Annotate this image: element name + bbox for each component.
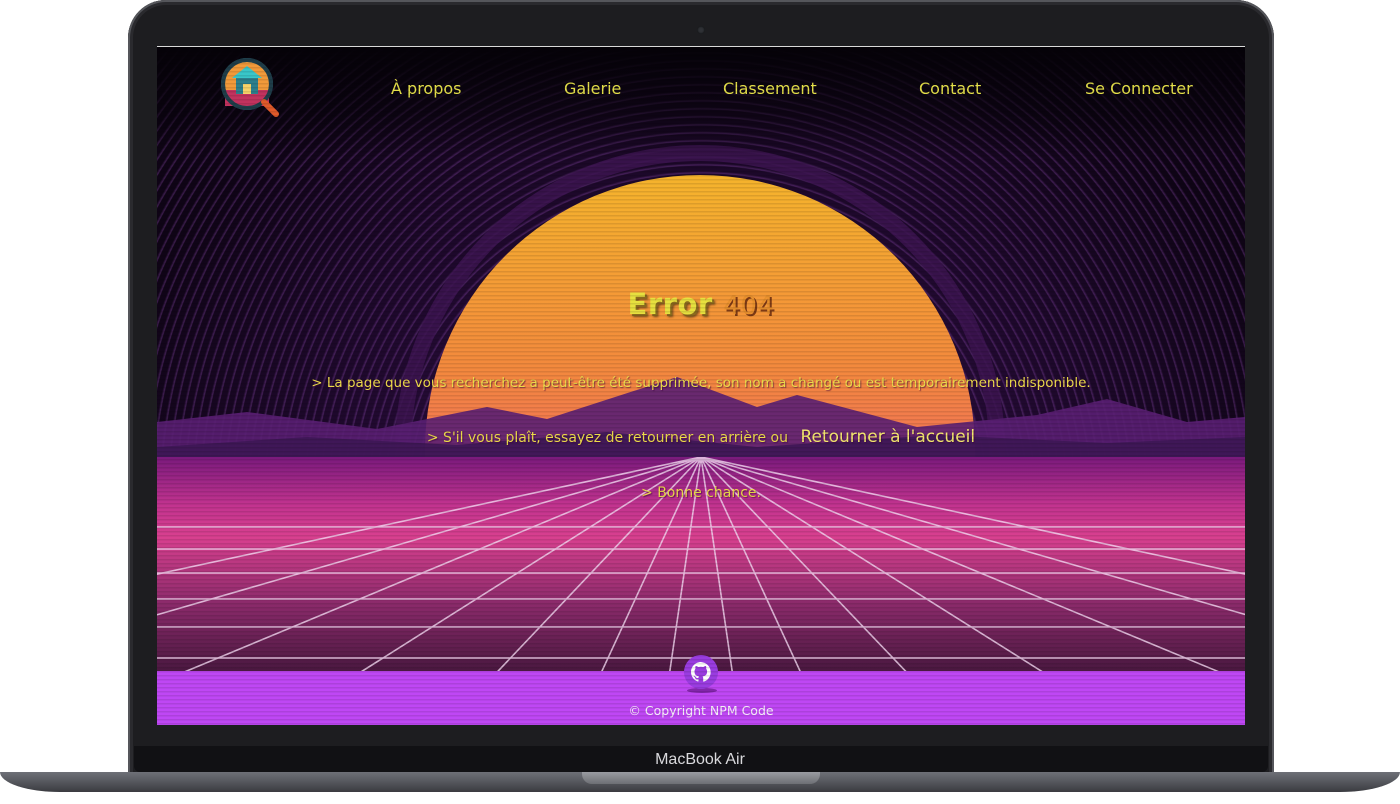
nav-link-ranking[interactable]: Classement bbox=[723, 79, 817, 98]
error-message-line-1: > La page que vous recherchez a peut-êtr… bbox=[311, 375, 1091, 391]
error-message-line-3: > Bonne chance. bbox=[641, 485, 761, 501]
error-code: 404 bbox=[723, 291, 775, 321]
device-label: MacBook Air bbox=[655, 751, 745, 768]
camera-icon bbox=[697, 26, 705, 34]
error-message-line-2-text: > S'il vous plaît, essayez de retourner … bbox=[426, 430, 788, 446]
error-heading: Error 404 bbox=[157, 287, 1245, 321]
site-logo-icon[interactable] bbox=[218, 56, 280, 118]
nav-link-about[interactable]: À propos bbox=[391, 79, 461, 98]
copyright-text: © Copyright NPM Code bbox=[628, 703, 774, 718]
github-icon[interactable] bbox=[684, 655, 718, 689]
home-link[interactable]: Retourner à l'accueil bbox=[800, 427, 975, 447]
error-title: Error bbox=[627, 287, 713, 321]
top-navigation: À propos Galerie Classement Contact Se C… bbox=[157, 47, 1245, 137]
error-message-line-2: > S'il vous plaît, essayez de retourner … bbox=[157, 427, 1245, 447]
laptop-notch bbox=[582, 772, 820, 784]
nav-link-gallery[interactable]: Galerie bbox=[564, 79, 621, 98]
screen: À propos Galerie Classement Contact Se C… bbox=[157, 47, 1245, 725]
nav-link-contact[interactable]: Contact bbox=[919, 79, 981, 98]
nav-link-login[interactable]: Se Connecter bbox=[1085, 79, 1193, 98]
